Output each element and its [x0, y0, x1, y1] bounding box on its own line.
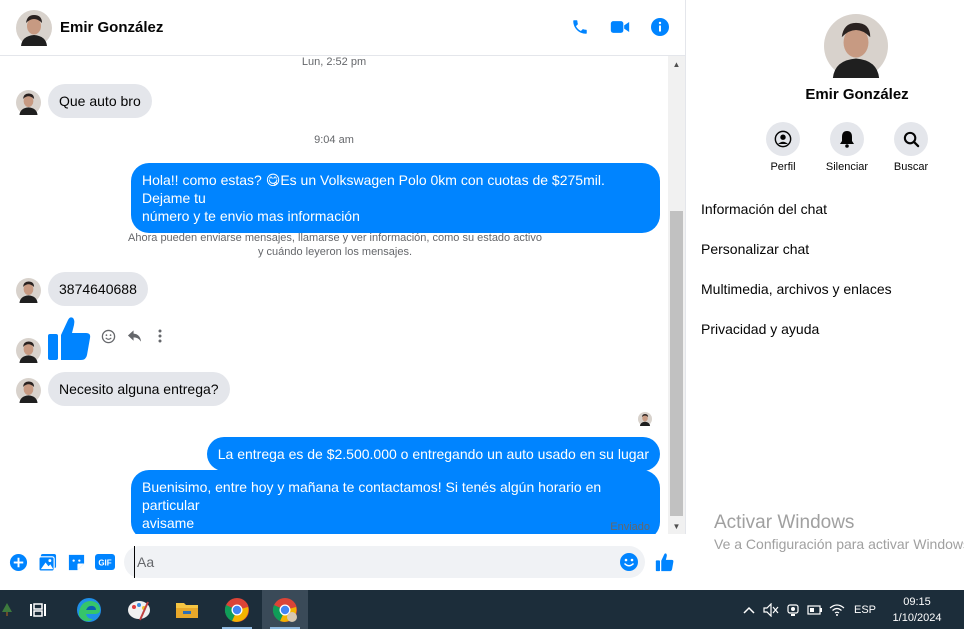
- tree-widget-icon[interactable]: [0, 590, 14, 629]
- message-bubble-outgoing[interactable]: Buenisimo, entre hoy y mañana te contact…: [131, 470, 660, 534]
- header-actions: [570, 16, 670, 38]
- menu-item-customize-chat[interactable]: Personalizar chat: [701, 234, 951, 274]
- contact-name[interactable]: Emir González: [60, 19, 163, 36]
- profile-name: Emir González: [805, 86, 909, 103]
- chrome-icon[interactable]: [214, 590, 260, 629]
- watermark-subtitle: Ve a Configuración para activar Windows.: [714, 536, 964, 552]
- search-label: Buscar: [893, 161, 929, 173]
- system-notice-line: y cuándo leyeron los mensajes.: [257, 246, 413, 258]
- message-scrollbar[interactable]: ▲ ▼: [668, 56, 685, 534]
- clock-time: 09:15: [903, 595, 931, 608]
- conversation-info-panel: Emir González Perfil Silenciar Buscar In…: [686, 0, 964, 590]
- mute-label: Silenciar: [825, 161, 869, 173]
- message-line: avisame: [142, 515, 195, 531]
- gif-icon[interactable]: GIF: [95, 552, 115, 572]
- chat-panel: Emir González Lun, 2:52 pm Que auto bro …: [0, 0, 686, 590]
- message-bubble[interactable]: Que auto bro: [48, 84, 152, 118]
- bell-icon: [830, 122, 864, 156]
- message-input-wrapper: [124, 546, 645, 578]
- more-options-icon[interactable]: [152, 328, 168, 344]
- system-clock[interactable]: 09:15 1/10/2024: [884, 594, 950, 626]
- chat-header: Emir González: [0, 0, 686, 56]
- battery-icon[interactable]: [804, 590, 826, 629]
- menu-item-privacy-help[interactable]: Privacidad y ayuda: [701, 314, 951, 354]
- edge-icon[interactable]: [66, 590, 112, 629]
- profile-label: Perfil: [770, 161, 796, 173]
- emoji-icon[interactable]: [619, 552, 639, 572]
- message-tools: [100, 328, 168, 344]
- file-explorer-icon[interactable]: [164, 590, 210, 629]
- keyboard-language[interactable]: ESP: [854, 604, 876, 616]
- timestamp: 9:04 am: [314, 134, 354, 146]
- side-menu: Información del chat Personalizar chat M…: [701, 194, 951, 354]
- info-icon[interactable]: [650, 16, 670, 38]
- contact-mini-avatar: [16, 278, 41, 303]
- message-bubble[interactable]: 3874640688: [48, 272, 148, 306]
- message-line: número y te envio mas información: [142, 208, 360, 224]
- message-line: Buenisimo, entre hoy y mañana te contact…: [142, 479, 602, 513]
- plus-icon[interactable]: [8, 552, 28, 572]
- webcam-icon[interactable]: [782, 590, 804, 629]
- composer: GIF: [0, 534, 686, 590]
- message-bubble-outgoing[interactable]: Hola!! como estas? 😋Es un Volkswagen Pol…: [131, 163, 660, 233]
- chrome-profile-icon[interactable]: [262, 590, 308, 629]
- scroll-up-arrow-icon[interactable]: ▲: [668, 56, 685, 72]
- seen-avatar: [638, 412, 652, 426]
- system-tray: ESP 09:15 1/10/2024: [738, 590, 964, 629]
- app-root: Emir González Lun, 2:52 pm Que auto bro …: [0, 0, 964, 629]
- speaker-muted-icon[interactable]: [760, 590, 782, 629]
- system-notice-line: Ahora pueden enviarse mensajes, llamarse…: [128, 232, 542, 244]
- profile-button[interactable]: Perfil: [764, 122, 802, 173]
- contact-mini-avatar: [16, 90, 41, 115]
- menu-item-media-files-links[interactable]: Multimedia, archivos y enlaces: [701, 274, 951, 314]
- photo-icon[interactable]: [37, 552, 57, 572]
- task-view-icon[interactable]: [18, 590, 58, 629]
- search-icon: [894, 122, 928, 156]
- search-button[interactable]: Buscar: [892, 122, 930, 173]
- message-list[interactable]: Lun, 2:52 pm Que auto bro 9:04 am Hola!!…: [0, 56, 668, 534]
- timestamp: Lun, 2:52 pm: [301, 56, 367, 68]
- message-line: Hola!! como estas? 😋Es un Volkswagen Pol…: [142, 172, 605, 206]
- react-icon[interactable]: [100, 328, 116, 344]
- chevron-up-icon[interactable]: [738, 590, 760, 629]
- gif-label: GIF: [98, 559, 111, 568]
- menu-item-chat-info[interactable]: Información del chat: [701, 194, 951, 234]
- paint-icon[interactable]: [116, 590, 162, 629]
- taskbar: ESP 09:15 1/10/2024: [0, 590, 964, 629]
- thumbs-up-icon[interactable]: [46, 314, 94, 362]
- message-bubble-outgoing[interactable]: La entrega es de $2.500.000 o entregando…: [206, 437, 660, 471]
- message-bubble[interactable]: Necesito alguna entrega?: [48, 372, 230, 406]
- scroll-down-arrow-icon[interactable]: ▼: [668, 518, 685, 534]
- send-thumbs-up-icon[interactable]: [655, 552, 675, 572]
- profile-actions: Perfil Silenciar Buscar: [764, 122, 930, 173]
- profile-icon: [766, 122, 800, 156]
- wifi-icon[interactable]: [826, 590, 848, 629]
- sticker-icon[interactable]: [66, 552, 86, 572]
- phone-icon[interactable]: [570, 16, 590, 38]
- system-notice: Ahora pueden enviarse mensajes, llamarse…: [120, 231, 550, 259]
- mute-button[interactable]: Silenciar: [825, 122, 869, 173]
- contact-avatar[interactable]: [16, 9, 52, 46]
- video-camera-icon[interactable]: [610, 16, 630, 38]
- clock-date: 1/10/2024: [892, 611, 942, 624]
- watermark-title: Activar Windows: [714, 512, 855, 533]
- scroll-thumb[interactable]: [670, 211, 683, 516]
- contact-profile-avatar[interactable]: [824, 14, 888, 78]
- message-input[interactable]: [134, 546, 604, 578]
- delivery-status: Enviado: [610, 521, 650, 533]
- contact-mini-avatar: [16, 338, 41, 363]
- reply-icon[interactable]: [126, 328, 142, 344]
- windows-activation-watermark: Activar Windows Ve a Configuración para …: [714, 512, 964, 552]
- contact-mini-avatar: [16, 378, 41, 403]
